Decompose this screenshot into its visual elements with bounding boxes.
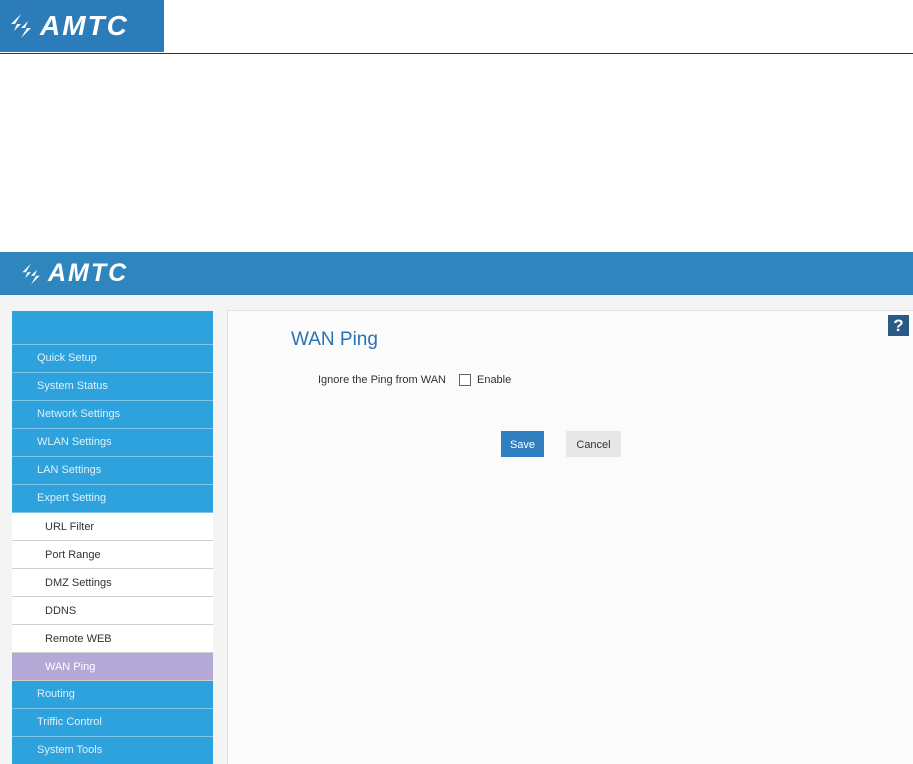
router-ui: AMTC Quick Setup System Status Network S… — [0, 252, 913, 764]
sidebar-subitem-url-filter[interactable]: URL Filter — [12, 513, 213, 541]
router-header: AMTC — [0, 252, 913, 295]
sidebar-item-network-settings[interactable]: Network Settings — [12, 401, 213, 429]
save-button[interactable]: Save — [501, 431, 544, 457]
brand-logo: AMTC — [0, 0, 164, 52]
sidebar-item-quick-setup[interactable]: Quick Setup — [12, 345, 213, 373]
document-divider — [0, 53, 913, 54]
ignore-ping-row: Ignore the Ping from WAN Enable — [318, 374, 511, 386]
header-logo-text: AMTC — [48, 259, 129, 287]
sidebar-menu: Quick Setup System Status Network Settin… — [12, 311, 213, 764]
sidebar-item-lan-settings[interactable]: LAN Settings — [12, 457, 213, 485]
brand-mark-icon — [11, 14, 31, 38]
sidebar-item-system-tools[interactable]: System Tools — [12, 737, 213, 764]
sidebar-item-routing[interactable]: Routing — [12, 681, 213, 709]
brand-logo-text: AMTC — [40, 10, 129, 41]
sidebar-item-expert-setting[interactable]: Expert Setting — [12, 485, 213, 513]
sidebar-item-wlan-settings[interactable]: WLAN Settings — [12, 429, 213, 457]
sidebar-subitem-remote-web[interactable]: Remote WEB — [12, 625, 213, 653]
sidebar-subitem-wan-ping[interactable]: WAN Ping — [12, 653, 213, 681]
sidebar-top-band — [12, 311, 213, 345]
sidebar-subitem-dmz-settings[interactable]: DMZ Settings — [12, 569, 213, 597]
main-content: WAN Ping ? Ignore the Ping from WAN Enab… — [227, 310, 913, 764]
enable-label: Enable — [476, 374, 512, 386]
header-brand-mark-icon — [22, 263, 40, 284]
sidebar-subitem-ddns[interactable]: DDNS — [12, 597, 213, 625]
cancel-button[interactable]: Cancel — [566, 431, 621, 457]
ignore-ping-label: Ignore the Ping from WAN — [318, 374, 446, 386]
sidebar-item-traffic-control[interactable]: Triffic Control — [12, 709, 213, 737]
help-icon[interactable]: ? — [888, 315, 909, 336]
enable-checkbox[interactable] — [458, 374, 471, 386]
sidebar-item-system-status[interactable]: System Status — [12, 373, 213, 401]
page-title: WAN Ping — [291, 329, 378, 350]
sidebar-subitem-port-range[interactable]: Port Range — [12, 541, 213, 569]
